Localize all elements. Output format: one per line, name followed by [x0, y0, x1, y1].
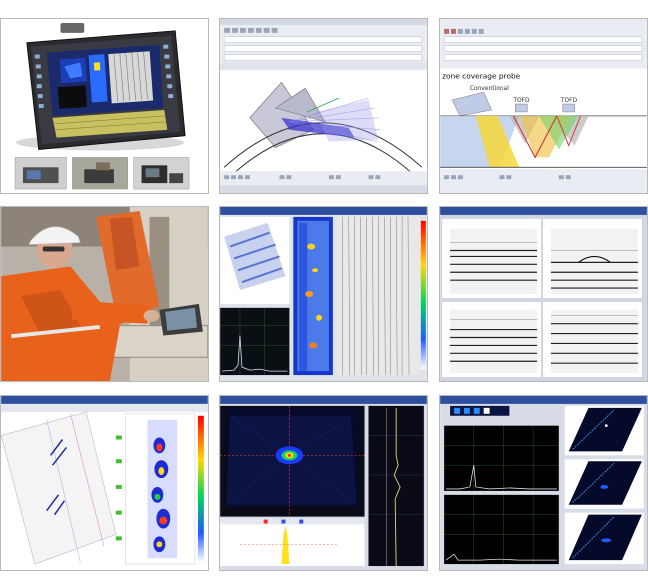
multi-view-analysis[interactable] — [439, 395, 648, 571]
beam-simulation-screenshot — [220, 19, 427, 193]
technicians-illustration — [1, 207, 208, 381]
zone-coverage-probe-software[interactable]: zone coverage probe Conventional TOFD TO… — [439, 18, 648, 194]
tofd-label-left: TOFD — [512, 97, 530, 104]
portable-flaw-detector-photo[interactable] — [0, 18, 209, 194]
field-inspection-technicians-photo[interactable] — [0, 206, 209, 382]
zone-coverage-caption: zone coverage probe — [442, 71, 521, 80]
beam-simulation-software[interactable] — [219, 18, 428, 194]
sector-scan-weld-view[interactable] — [0, 395, 209, 571]
single-indication-scan[interactable] — [219, 395, 428, 571]
multi-channel-bscan[interactable] — [439, 206, 648, 382]
flaw-detector-illustration — [1, 19, 208, 193]
tofd-label-right: TOFD — [560, 97, 578, 104]
cscan-data-analysis[interactable] — [219, 206, 428, 382]
conventional-label: Conventional — [470, 85, 509, 92]
